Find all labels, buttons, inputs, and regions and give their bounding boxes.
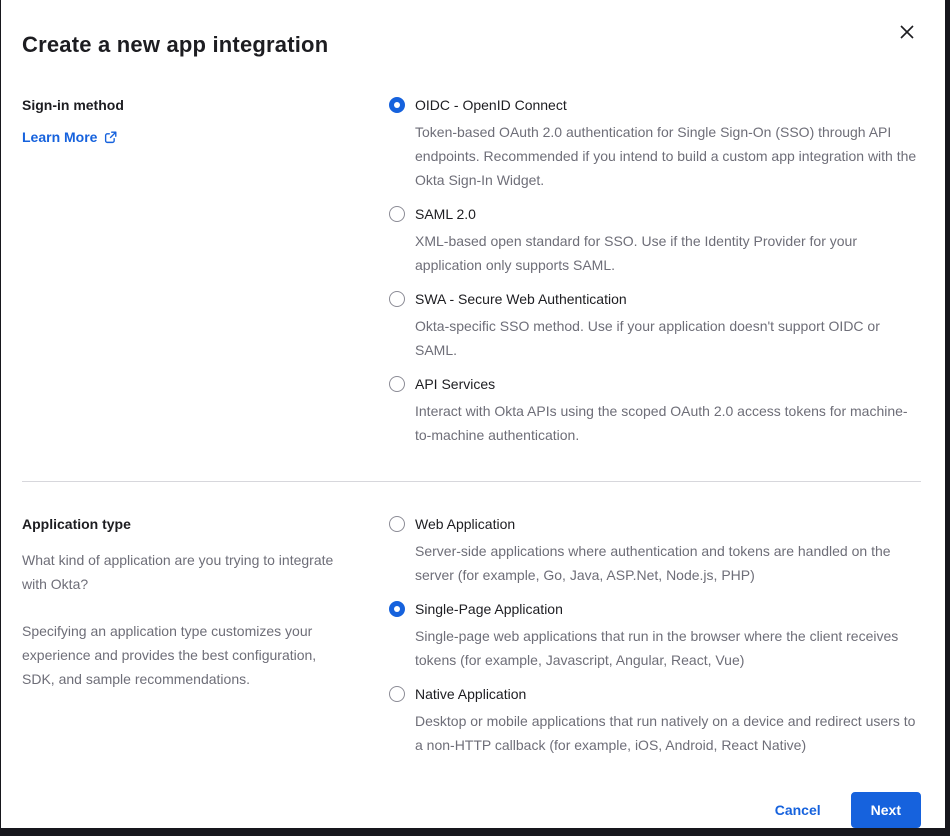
sign-in-method-option-1[interactable]: OIDC - OpenID Connect Token-based OAuth …: [389, 95, 921, 192]
dialog-title: Create a new app integration: [22, 32, 921, 58]
next-button[interactable]: Next: [851, 792, 921, 828]
radio-option-label: Native Application: [415, 684, 921, 704]
close-icon[interactable]: [897, 22, 917, 42]
application-type-options: Web Application Server-side applications…: [389, 514, 921, 769]
sign-in-method-radio-3[interactable]: [389, 291, 405, 307]
learn-more-link[interactable]: Learn More: [22, 129, 117, 145]
application-type-description-1: What kind of application are you trying …: [22, 548, 345, 596]
radio-option-label: SAML 2.0: [415, 204, 921, 224]
learn-more-label: Learn More: [22, 129, 97, 145]
external-link-icon: [104, 131, 117, 144]
radio-option-description: Interact with Okta APIs using the scoped…: [415, 399, 921, 447]
application-type-description-2: Specifying an application type customize…: [22, 619, 345, 691]
sign-in-method-option-3[interactable]: SWA - Secure Web Authentication Okta-spe…: [389, 289, 921, 362]
sign-in-method-option-4[interactable]: API Services Interact with Okta APIs usi…: [389, 374, 921, 447]
radio-option-label: Web Application: [415, 514, 921, 534]
application-type-radio-3[interactable]: [389, 686, 405, 702]
sign-in-method-option-2[interactable]: SAML 2.0 XML-based open standard for SSO…: [389, 204, 921, 277]
create-app-integration-dialog: Create a new app integration Sign-in met…: [1, 0, 945, 828]
sign-in-method-radio-2[interactable]: [389, 206, 405, 222]
application-type-section: Application type What kind of applicatio…: [22, 514, 921, 769]
application-type-option-2[interactable]: Single-Page Application Single-page web …: [389, 599, 921, 672]
cancel-button[interactable]: Cancel: [775, 802, 821, 818]
application-type-option-1[interactable]: Web Application Server-side applications…: [389, 514, 921, 587]
radio-option-description: Token-based OAuth 2.0 authentication for…: [415, 120, 921, 192]
radio-option-label: Single-Page Application: [415, 599, 921, 619]
radio-option-label: OIDC - OpenID Connect: [415, 95, 921, 115]
application-type-radio-2-selected[interactable]: [389, 601, 405, 617]
application-type-label: Application type: [22, 514, 345, 534]
radio-option-description: Okta-specific SSO method. Use if your ap…: [415, 314, 921, 362]
radio-option-description: Desktop or mobile applications that run …: [415, 709, 921, 757]
radio-option-label: SWA - Secure Web Authentication: [415, 289, 921, 309]
radio-option-description: Server-side applications where authentic…: [415, 539, 921, 587]
application-type-radio-1[interactable]: [389, 516, 405, 532]
sign-in-method-options: OIDC - OpenID Connect Token-based OAuth …: [389, 95, 921, 459]
section-divider: [22, 481, 921, 482]
radio-option-label: API Services: [415, 374, 921, 394]
radio-option-description: XML-based open standard for SSO. Use if …: [415, 229, 921, 277]
application-type-option-3[interactable]: Native Application Desktop or mobile app…: [389, 684, 921, 757]
radio-option-description: Single-page web applications that run in…: [415, 624, 921, 672]
sign-in-method-radio-4[interactable]: [389, 376, 405, 392]
sign-in-method-radio-1-selected[interactable]: [389, 97, 405, 113]
dialog-footer: Cancel Next: [22, 792, 921, 828]
sign-in-method-label: Sign-in method: [22, 95, 345, 115]
sign-in-method-section: Sign-in method Learn More OIDC - OpenID …: [22, 95, 921, 459]
